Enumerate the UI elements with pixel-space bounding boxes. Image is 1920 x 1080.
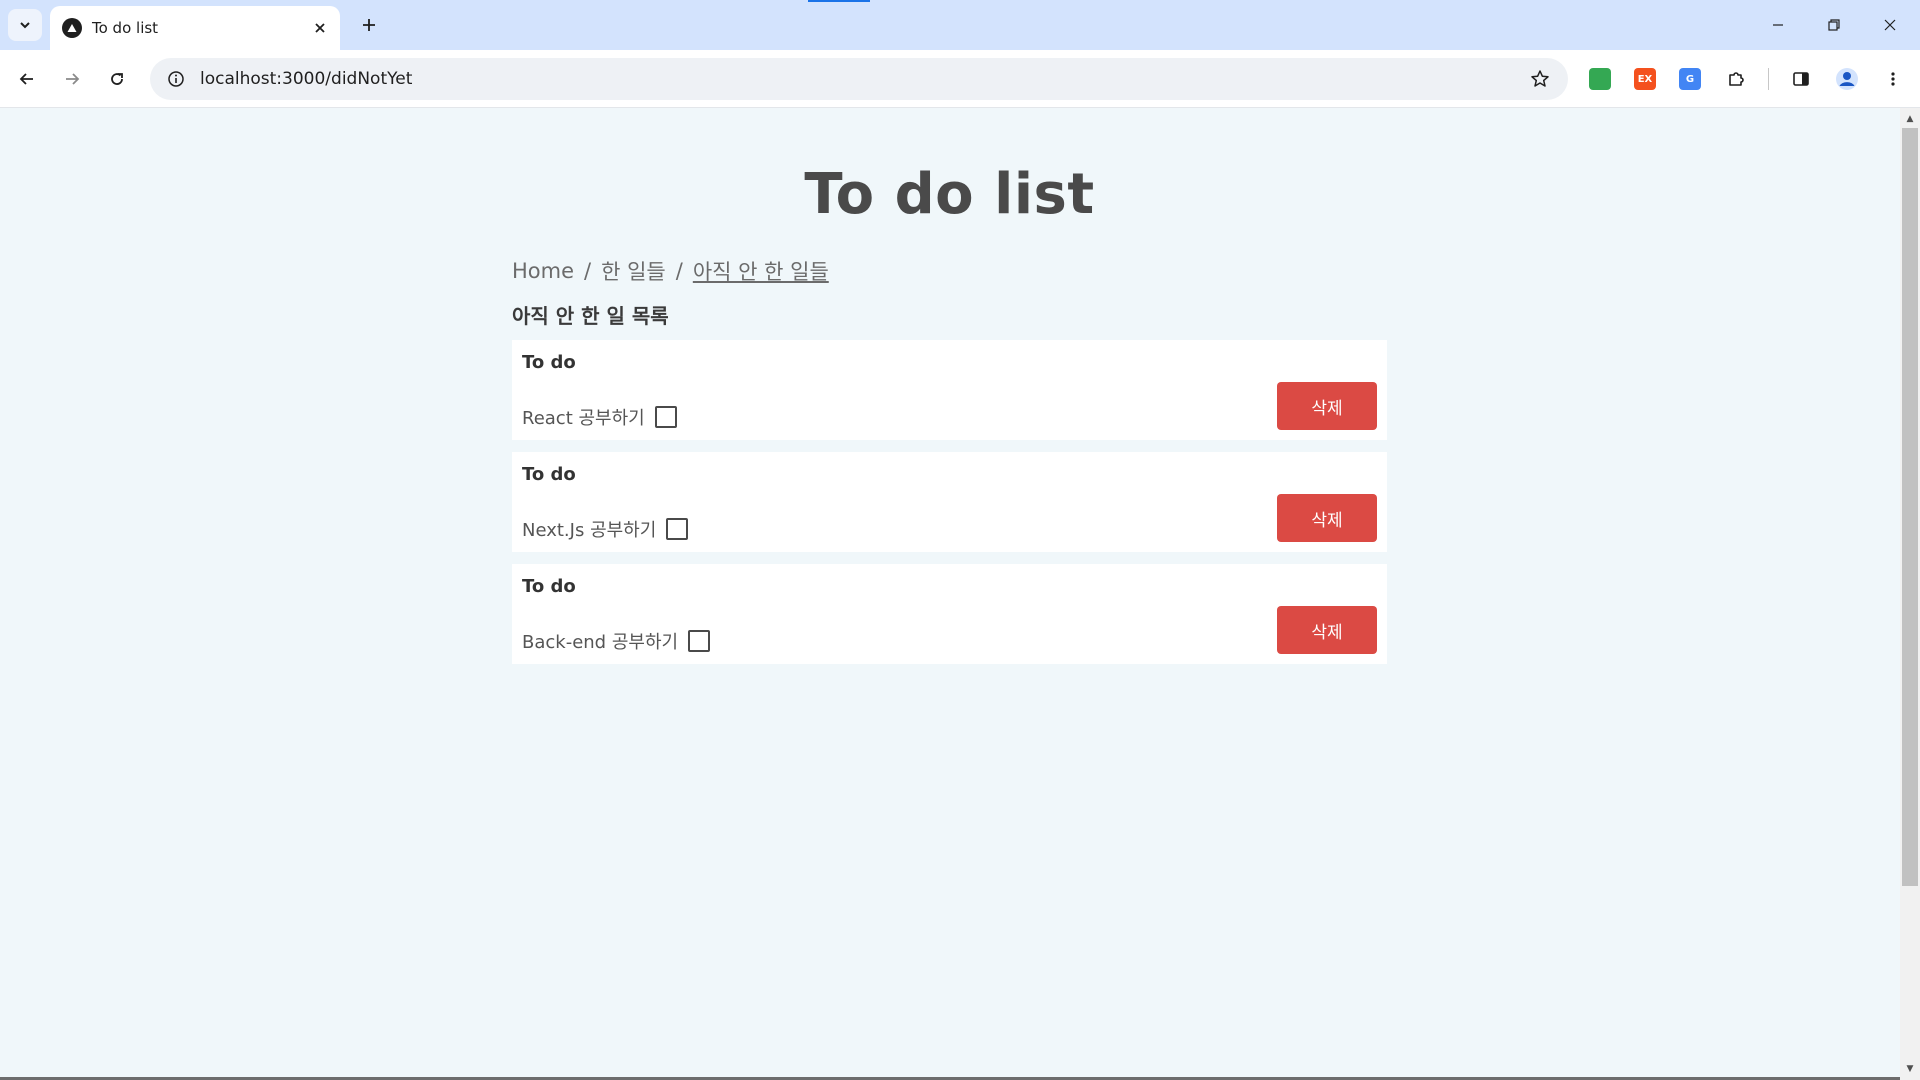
breadcrumb: Home / 한 일들 / 아직 안 한 일들 <box>512 256 829 286</box>
todo-checkbox[interactable] <box>666 518 689 540</box>
triangle-favicon-icon <box>62 18 82 38</box>
profile-button[interactable] <box>1829 61 1865 97</box>
ex-extension-icon[interactable]: EX <box>1634 68 1656 90</box>
browser-tab[interactable]: To do list <box>50 6 340 50</box>
toolbar-divider <box>1768 68 1769 90</box>
todo-item: To do React 공부하기 삭제 <box>512 340 1387 440</box>
plus-icon <box>363 19 375 31</box>
breadcrumb-separator: / <box>675 259 683 283</box>
todo-text: Next.Js 공부하기 <box>522 520 657 541</box>
forward-button[interactable] <box>54 61 90 97</box>
address-bar[interactable]: localhost:3000/didNotYet <box>150 58 1568 100</box>
chevron-down-icon <box>20 22 30 29</box>
bookmark-star-icon[interactable] <box>1520 59 1560 99</box>
restore-button[interactable] <box>1806 0 1862 50</box>
puzzle-icon <box>1729 72 1744 86</box>
scroll-up-arrow-icon[interactable]: ▲ <box>1903 112 1917 126</box>
delete-button[interactable]: 삭제 <box>1277 382 1377 430</box>
minimize-icon <box>1773 24 1783 26</box>
reload-icon <box>111 73 123 85</box>
restore-icon <box>1828 19 1840 31</box>
minimize-button[interactable] <box>1750 0 1806 50</box>
menu-button[interactable] <box>1875 61 1911 97</box>
todo-item: To do Next.Js 공부하기 삭제 <box>512 452 1387 552</box>
todo-checkbox[interactable] <box>654 406 677 428</box>
browser-toolbar: localhost:3000/didNotYet EX G <box>0 50 1920 108</box>
new-tab-button[interactable] <box>352 9 386 41</box>
todo-text: Back-end 공부하기 <box>522 632 679 653</box>
todo-text: React 공부하기 <box>522 408 645 429</box>
url-text[interactable]: localhost:3000/didNotYet <box>200 69 1520 89</box>
side-panel-button[interactable] <box>1783 61 1819 97</box>
delete-button[interactable]: 삭제 <box>1277 606 1377 654</box>
breadcrumb-done-link[interactable]: 한 일들 <box>601 256 666 286</box>
close-tab-icon[interactable] <box>306 14 334 42</box>
breadcrumb-separator: / <box>584 259 592 283</box>
todo-label: To do <box>522 352 576 373</box>
todo-row: Next.Js 공부하기 <box>522 516 689 542</box>
close-icon <box>1884 19 1896 31</box>
extensions-button[interactable] <box>1718 61 1754 97</box>
todo-row: React 공부하기 <box>522 404 677 430</box>
translate-extension-icon[interactable]: G <box>1679 68 1701 90</box>
loading-indicator <box>808 0 870 2</box>
green-extension-icon[interactable] <box>1589 68 1611 90</box>
breadcrumb-home-link[interactable]: Home <box>512 259 574 283</box>
avatar-icon <box>1836 68 1858 90</box>
todo-label: To do <box>522 576 576 597</box>
site-info-icon[interactable] <box>156 59 196 99</box>
page-title: To do list <box>804 162 1095 227</box>
arrow-left-icon <box>19 73 33 85</box>
todo-item: To do Back-end 공부하기 삭제 <box>512 564 1387 664</box>
tab-search-button[interactable] <box>8 9 42 41</box>
section-heading: 아직 안 한 일 목록 <box>512 304 669 328</box>
kebab-menu-icon <box>1891 72 1895 86</box>
todo-label: To do <box>522 464 576 485</box>
todo-checkbox[interactable] <box>688 630 711 652</box>
delete-button[interactable]: 삭제 <box>1277 494 1377 542</box>
breadcrumb-not-yet-link[interactable]: 아직 안 한 일들 <box>693 256 829 286</box>
close-window-button[interactable] <box>1862 0 1918 50</box>
tab-strip: To do list <box>0 0 1920 50</box>
tab-title: To do list <box>92 19 159 37</box>
scrollbar-thumb[interactable] <box>1902 128 1918 886</box>
side-panel-icon <box>1793 72 1809 86</box>
scroll-down-arrow-icon[interactable]: ▼ <box>1903 1062 1917 1076</box>
todo-row: Back-end 공부하기 <box>522 628 711 654</box>
back-button[interactable] <box>9 61 45 97</box>
arrow-right-icon <box>66 73 80 85</box>
reload-button[interactable] <box>99 61 135 97</box>
